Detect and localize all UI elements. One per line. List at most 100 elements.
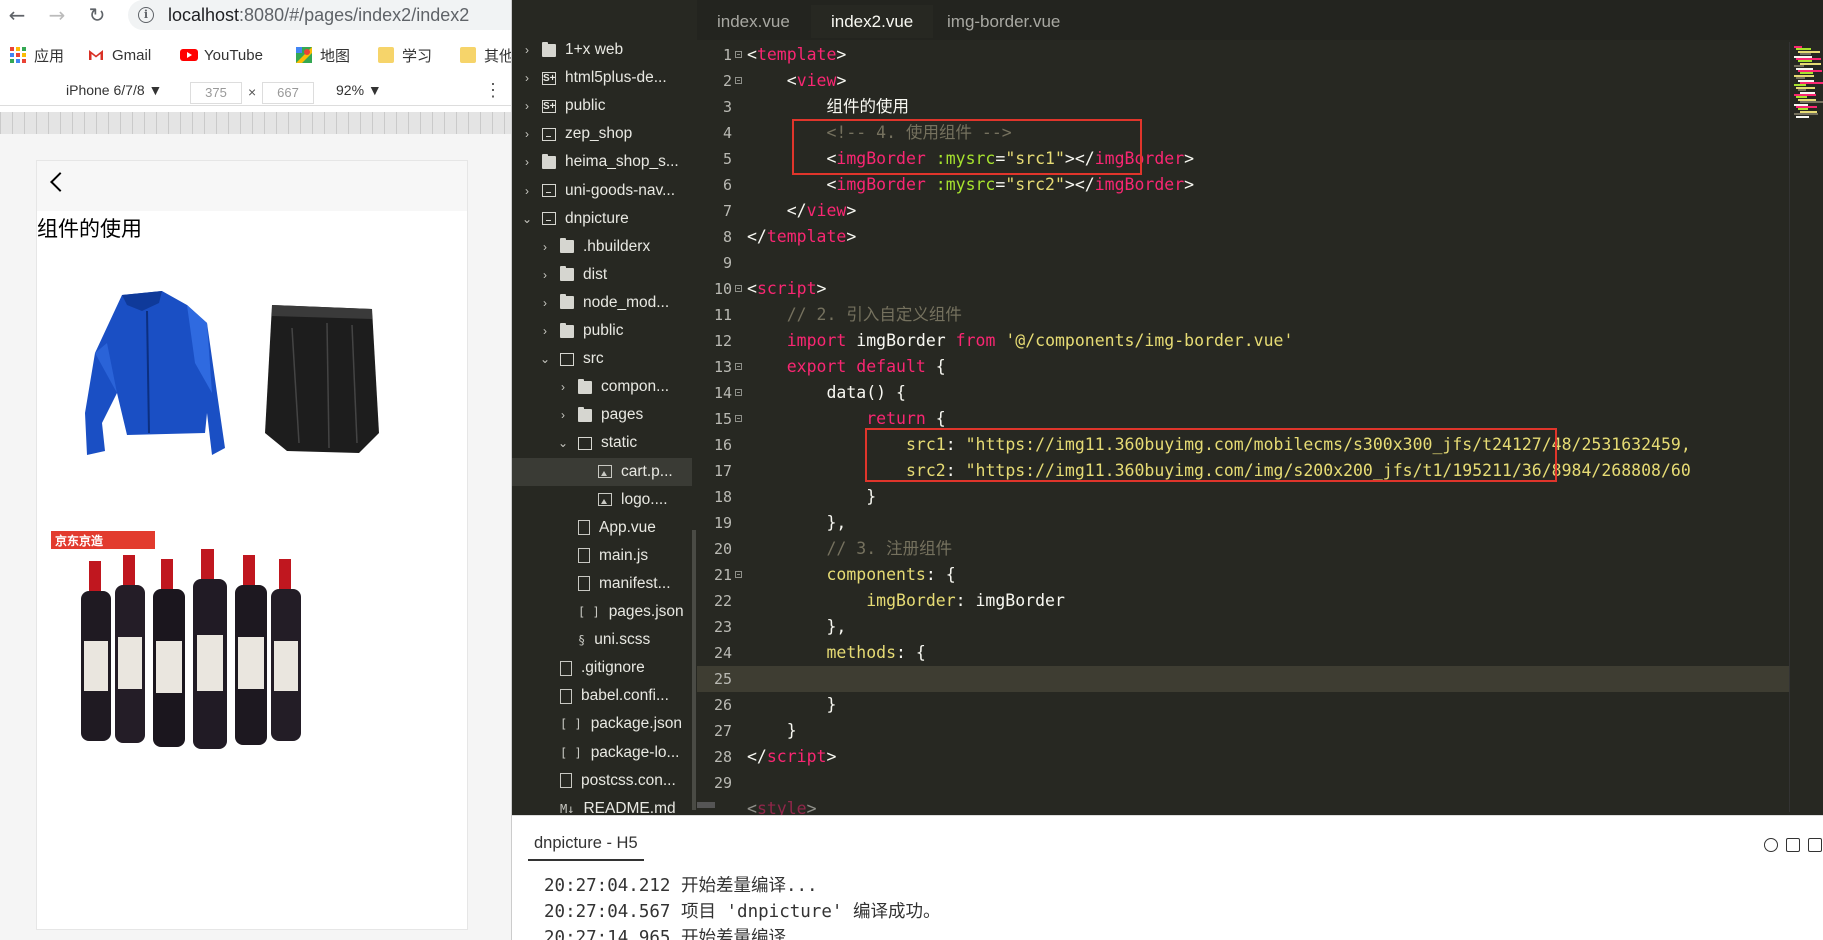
- code-line: 6 <imgBorder :mysrc="src2"></imgBorder>: [722, 175, 1195, 194]
- bookmark-apps[interactable]: 应用: [10, 45, 64, 65]
- bookmark-youtube[interactable]: YouTube: [180, 45, 263, 65]
- tree-item[interactable]: babel.confi...: [512, 682, 692, 710]
- chevron-right-icon[interactable]: ›: [540, 324, 550, 338]
- tree-item-label: static: [601, 434, 638, 452]
- file-icon: [560, 688, 572, 704]
- tree-item-label: src: [583, 350, 604, 368]
- tree-item[interactable]: cart.p...: [512, 457, 692, 486]
- chevron-right-icon[interactable]: ›: [522, 127, 532, 141]
- tree-item[interactable]: › node_mod...: [512, 289, 692, 317]
- chevron-down-icon[interactable]: ⌄: [540, 352, 550, 366]
- address-bar[interactable]: i localhost:8080/#/pages/index2/index2: [128, 0, 511, 30]
- console-tab[interactable]: dnpicture - H5: [528, 834, 644, 861]
- chevron-right-icon[interactable]: ›: [522, 99, 532, 113]
- tree-item[interactable]: [ ] package.json: [512, 710, 692, 738]
- tree-item[interactable]: § uni.scss: [512, 626, 692, 654]
- code-line: 29: [713, 774, 732, 792]
- console-stop-icon[interactable]: [1786, 838, 1800, 852]
- tree-item[interactable]: ⌄ dnpicture: [512, 205, 692, 233]
- tree-item[interactable]: [ ] pages.json: [512, 598, 692, 626]
- tree-item-label: package.json: [590, 715, 683, 733]
- apps-grid-icon: [10, 47, 26, 63]
- tree-item[interactable]: ⌄ src: [512, 345, 692, 373]
- bookmark-study-folder[interactable]: 学习: [378, 45, 432, 65]
- tree-item-label: pages: [601, 406, 644, 424]
- tree-item[interactable]: postcss.con...: [512, 767, 692, 795]
- html5plus-icon: S+: [542, 71, 556, 85]
- forward-arrow-icon[interactable]: →: [44, 2, 70, 28]
- url-text[interactable]: localhost:8080/#/pages/index2/index2: [168, 5, 469, 26]
- tree-item[interactable]: › pages: [512, 401, 692, 429]
- vue-file-icon: [578, 520, 590, 536]
- chevron-down-icon[interactable]: ⌄: [522, 212, 532, 226]
- folder-icon: [560, 294, 574, 310]
- bookmark-label: 应用: [34, 47, 65, 65]
- tree-item[interactable]: App.vue: [512, 514, 692, 542]
- back-arrow-icon[interactable]: ←: [4, 2, 30, 28]
- code-line: 18 }: [713, 487, 877, 506]
- tree-item[interactable]: › S+ html5plus-de...: [512, 64, 692, 92]
- more-options-icon[interactable]: ⋮: [484, 80, 502, 101]
- zoom-select[interactable]: 92% ▼: [336, 82, 382, 98]
- tree-item[interactable]: main.js: [512, 542, 692, 570]
- reload-icon[interactable]: ↻: [84, 2, 110, 28]
- explorer-scrollbar[interactable]: [692, 530, 696, 810]
- code-line: 24 methods: {: [713, 643, 926, 662]
- chevron-right-icon[interactable]: ›: [558, 380, 568, 394]
- tree-item[interactable]: [ ] package-lo...: [512, 739, 692, 767]
- tree-item[interactable]: › dist: [512, 261, 692, 289]
- device-select[interactable]: iPhone 6/7/8 ▼: [66, 82, 162, 98]
- bookmark-label: 地图: [320, 47, 351, 65]
- tree-item[interactable]: › public: [512, 317, 692, 345]
- chevron-right-icon[interactable]: ›: [522, 71, 532, 85]
- chevron-down-icon[interactable]: ⌄: [558, 436, 568, 450]
- tree-item[interactable]: manifest...: [512, 570, 692, 598]
- code-line: 2 <view>: [722, 71, 847, 90]
- tab-img-border-vue[interactable]: img-border.vue: [927, 5, 1080, 38]
- site-info-icon[interactable]: i: [138, 7, 154, 23]
- tab-index-vue[interactable]: index.vue: [697, 5, 810, 38]
- chevron-right-icon[interactable]: ›: [540, 296, 550, 310]
- tree-item[interactable]: ⌄ static: [512, 429, 692, 457]
- file-icon: [560, 773, 572, 789]
- chevron-right-icon[interactable]: ›: [522, 43, 532, 57]
- console-clear-icon[interactable]: [1808, 838, 1822, 852]
- gmail-icon: [88, 47, 104, 63]
- tree-item[interactable]: .gitignore: [512, 654, 692, 682]
- folder-icon: [542, 153, 556, 169]
- folder-icon: [560, 322, 574, 338]
- chevron-right-icon[interactable]: ›: [558, 408, 568, 422]
- viewport-width-field[interactable]: 375: [190, 82, 242, 104]
- address-row: ← → ↻ i localhost:8080/#/pages/index2/in…: [0, 0, 511, 32]
- tree-item[interactable]: › S+ public: [512, 92, 692, 120]
- browser-window: ← → ↻ i localhost:8080/#/pages/index2/in…: [0, 0, 512, 940]
- chevron-right-icon[interactable]: ›: [540, 268, 550, 282]
- back-chevron-icon[interactable]: [50, 172, 70, 192]
- tree-item[interactable]: › .hbuilderx: [512, 233, 692, 261]
- file-icon: [560, 660, 572, 676]
- console-target-icon[interactable]: [1764, 838, 1778, 852]
- tree-item[interactable]: › uni-goods-nav...: [512, 177, 692, 205]
- tree-item[interactable]: › heima_shop_s...: [512, 148, 692, 176]
- annotation-box-src: [865, 428, 1557, 482]
- chevron-right-icon[interactable]: ›: [522, 184, 532, 198]
- bookmark-maps[interactable]: 地图: [296, 45, 350, 65]
- bookmark-gmail[interactable]: Gmail: [88, 45, 151, 65]
- minimap[interactable]: [1789, 42, 1823, 812]
- markdown-file-icon: M↓: [560, 801, 575, 816]
- tree-item[interactable]: › compon...: [512, 373, 692, 401]
- chevron-right-icon[interactable]: ›: [522, 155, 532, 169]
- console-line: 20:27:14.965 开始差量编译...: [544, 928, 818, 940]
- tree-item[interactable]: › 1+x web: [512, 36, 692, 64]
- project-icon: [542, 184, 556, 197]
- tree-item[interactable]: logo....: [512, 486, 692, 514]
- chevron-right-icon[interactable]: ›: [540, 240, 550, 254]
- horizontal-scrollbar[interactable]: [697, 800, 1807, 810]
- tree-item-label: pages.json: [608, 603, 684, 620]
- tab-index2-vue[interactable]: index2.vue: [811, 5, 934, 38]
- code-area[interactable]: 1 <template> 2 <view> 3 组件的使用 4 <!-- 4. 使…: [697, 42, 1807, 818]
- bookmark-other-folder[interactable]: 其他: [460, 45, 511, 65]
- youtube-icon: [180, 47, 198, 63]
- tree-item[interactable]: › zep_shop: [512, 120, 692, 148]
- viewport-height-field[interactable]: 667: [262, 82, 314, 104]
